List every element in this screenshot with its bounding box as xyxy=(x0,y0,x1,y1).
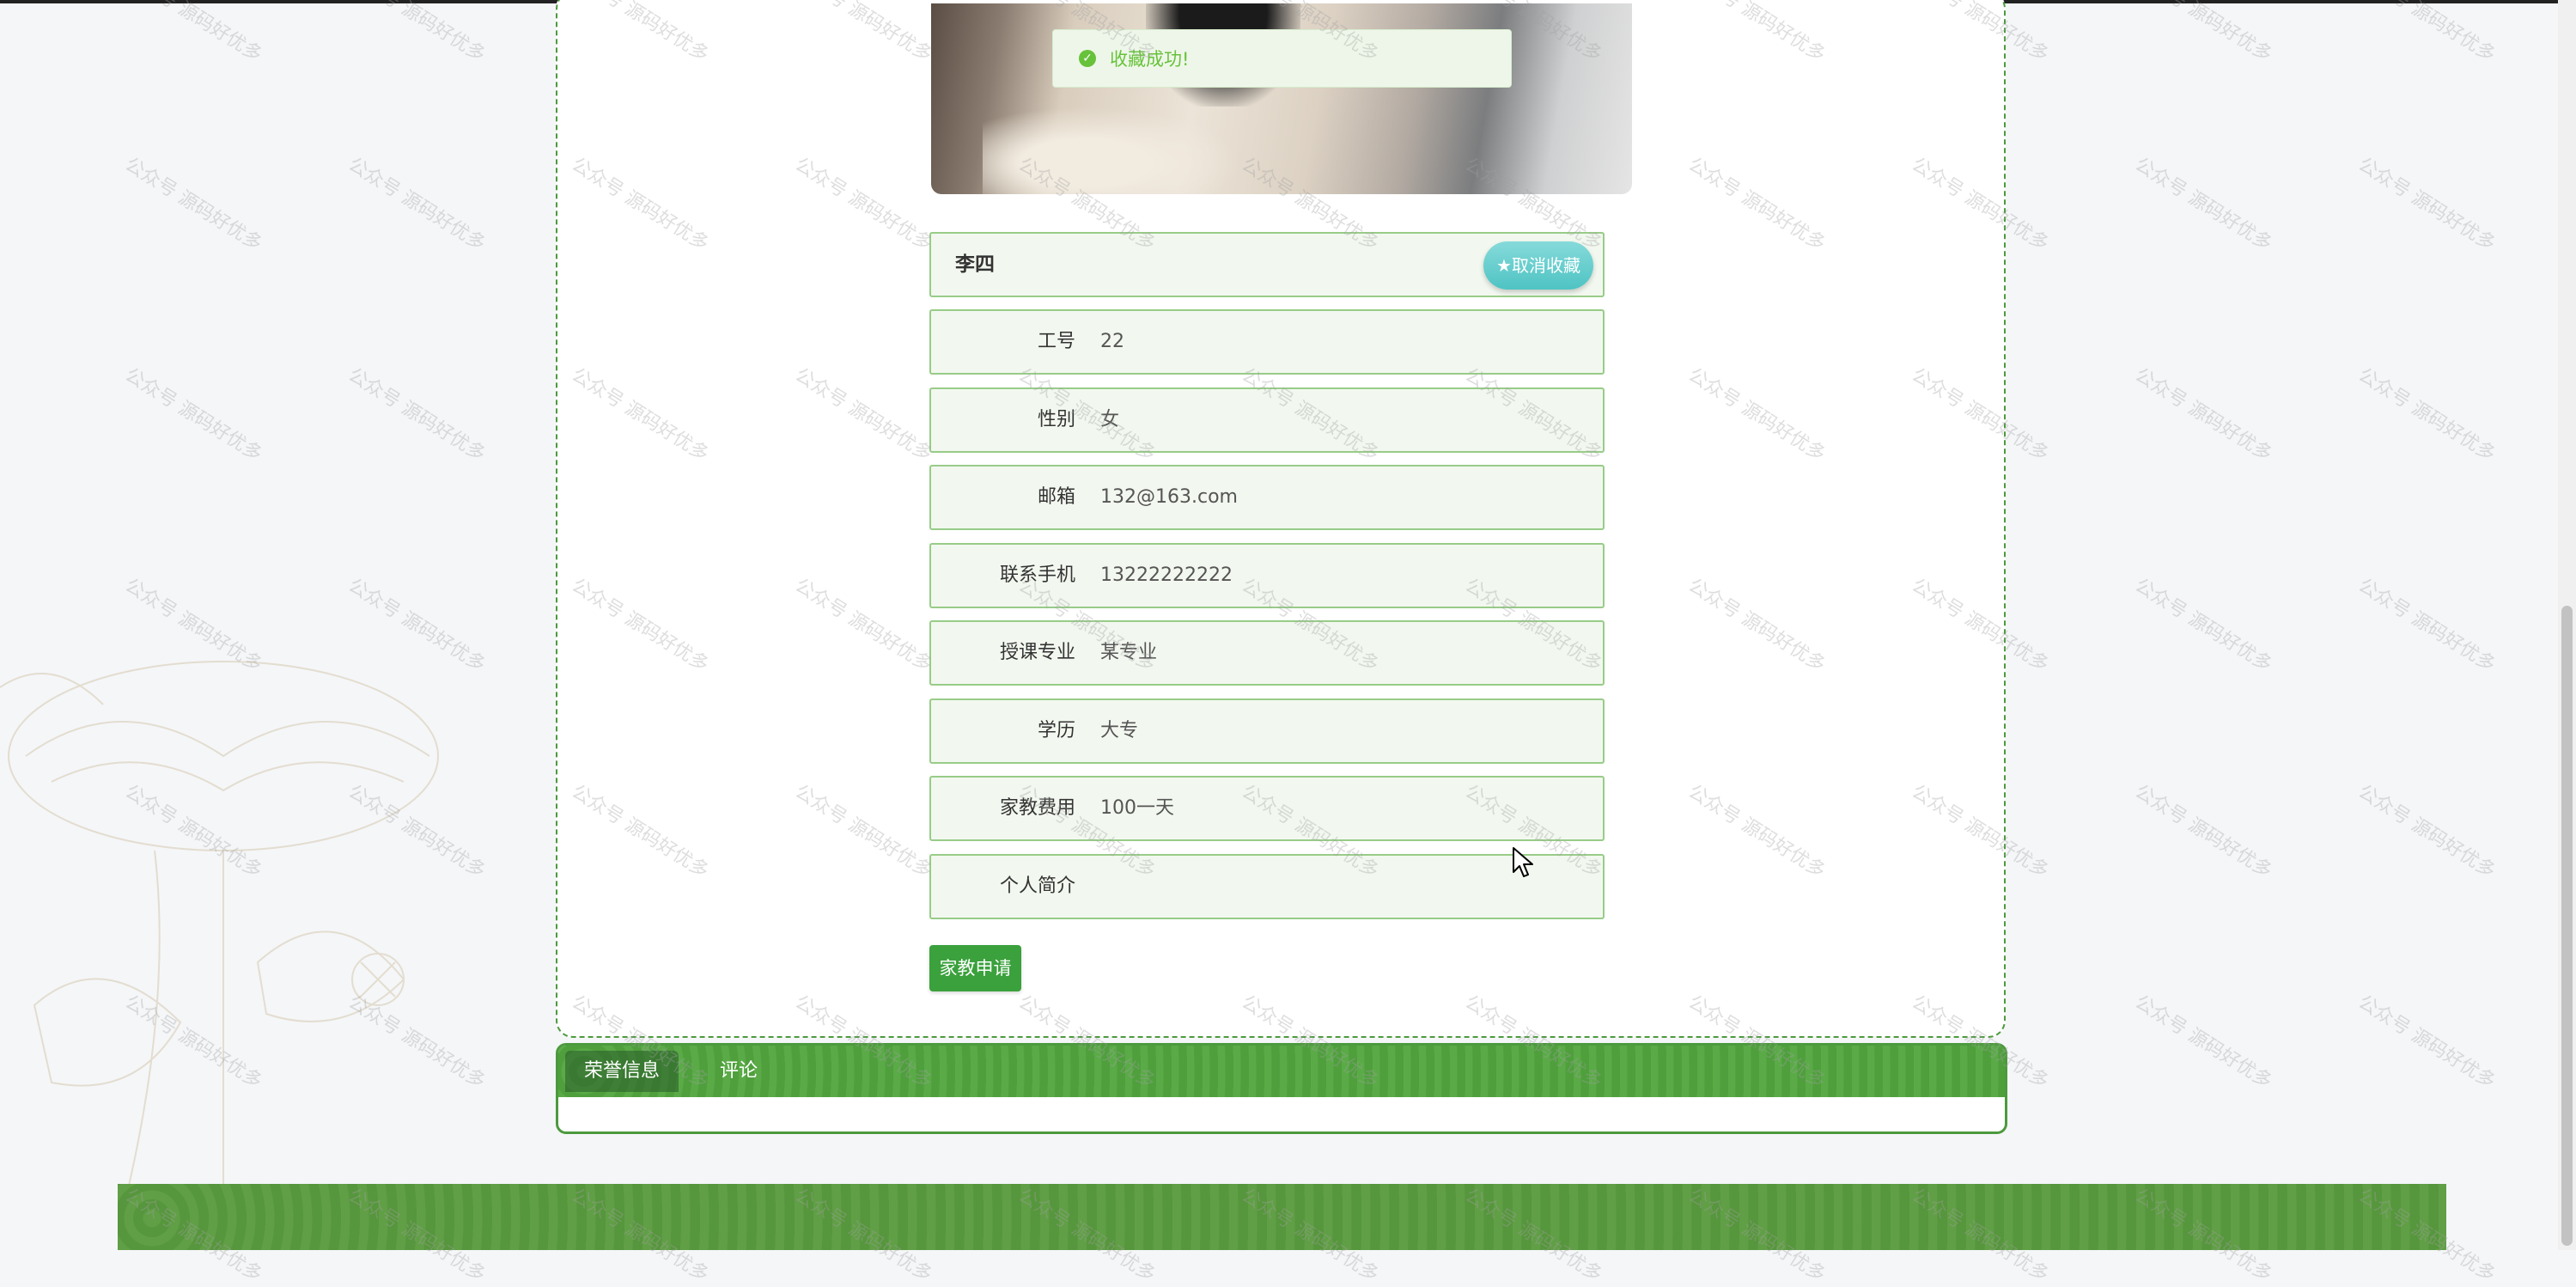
info-value: 100一天 xyxy=(1100,797,1174,819)
info-row-staff-id: 工号 22 xyxy=(929,309,1605,375)
info-label: 学历 xyxy=(1037,720,1075,741)
watermark-text: 公众号 源码好优多 xyxy=(2354,154,2500,256)
info-row-subject: 授课专业 某专业 xyxy=(929,620,1605,686)
tutoring-apply-button[interactable]: 家教申请 xyxy=(929,945,1021,991)
watermark-text: 公众号 源码好优多 xyxy=(2130,154,2276,256)
watermark-text: 公众号 源码好优多 xyxy=(344,364,490,467)
info-value: 13222222222 xyxy=(1100,564,1233,586)
info-value: 某专业 xyxy=(1100,642,1158,663)
teacher-name: 李四 xyxy=(955,253,995,276)
watermark-text: 公众号 源码好优多 xyxy=(2354,0,2500,67)
watermark-text: 公众号 源码好优多 xyxy=(344,154,490,256)
watermark-text: 公众号 源码好优多 xyxy=(2130,0,2276,67)
info-value: 132@163.com xyxy=(1100,486,1238,508)
watermark-text: 公众号 源码好优多 xyxy=(2354,781,2500,883)
info-label: 家教费用 xyxy=(999,797,1075,819)
watermark-text: 公众号 源码好优多 xyxy=(2130,364,2276,467)
watermark-text: 公众号 源码好优多 xyxy=(2354,364,2500,467)
tabs-bar: 荣誉信息 评论 xyxy=(558,1046,2005,1097)
cancel-favorite-button[interactable]: ★取消收藏 xyxy=(1483,241,1593,290)
toast-message: 收藏成功! xyxy=(1110,49,1190,70)
info-row-email: 邮箱 132@163.com xyxy=(929,465,1605,530)
info-label: 联系手机 xyxy=(999,564,1075,586)
tab-honor-info[interactable]: 荣誉信息 xyxy=(565,1051,679,1092)
tab-comments[interactable]: 评论 xyxy=(704,1051,773,1092)
info-value: 女 xyxy=(1100,409,1120,430)
info-row-fee: 家教费用 100一天 xyxy=(929,776,1605,841)
info-row-phone: 联系手机 13222222222 xyxy=(929,543,1605,608)
watermark-text: 公众号 源码好优多 xyxy=(344,0,490,67)
info-label: 邮箱 xyxy=(1037,486,1075,508)
watermark-text: 公众号 源码好优多 xyxy=(2130,575,2276,677)
watermark-text: 公众号 源码好优多 xyxy=(120,364,266,467)
photo-sleeve-shape xyxy=(983,107,1240,194)
watermark-text: 公众号 源码好优多 xyxy=(120,0,266,67)
watermark-text: 公众号 源码好优多 xyxy=(2354,991,2500,1094)
info-label: 个人简介 xyxy=(999,875,1075,897)
page-footer xyxy=(118,1184,2446,1250)
tabs-panel: 荣誉信息 评论 xyxy=(556,1043,2007,1134)
info-label: 性别 xyxy=(1037,409,1075,430)
watermark-text: 公众号 源码好优多 xyxy=(120,154,266,256)
info-value: 22 xyxy=(1100,331,1124,352)
info-row-bio: 个人简介 xyxy=(929,854,1605,919)
info-label: 授课专业 xyxy=(999,642,1075,663)
mouse-cursor-icon xyxy=(1513,847,1533,877)
scrollbar-thumb[interactable] xyxy=(2561,606,2573,1246)
success-toast: ✓ 收藏成功! xyxy=(1052,29,1512,88)
check-circle-icon: ✓ xyxy=(1079,50,1096,67)
info-row-education: 学历 大专 xyxy=(929,698,1605,764)
page-scrollbar[interactable] xyxy=(2558,0,2576,1250)
info-value: 大专 xyxy=(1100,720,1139,741)
watermark-text: 公众号 源码好优多 xyxy=(2130,991,2276,1094)
info-row-gender: 性别 女 xyxy=(929,387,1605,453)
lotus-decoration-illustration xyxy=(0,661,439,1186)
teacher-name-row: 李四 ★取消收藏 xyxy=(929,232,1605,297)
watermark-text: 公众号 源码好优多 xyxy=(2130,781,2276,883)
watermark-text: 公众号 源码好优多 xyxy=(2354,575,2500,677)
info-label: 工号 xyxy=(1037,331,1075,352)
